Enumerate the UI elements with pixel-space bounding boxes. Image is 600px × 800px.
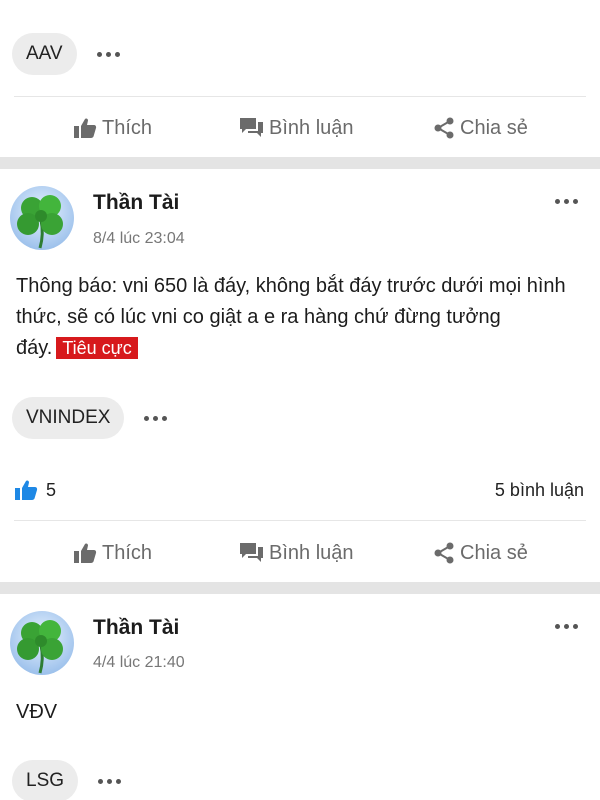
stock-tag-aav[interactable]: AAV xyxy=(12,33,77,75)
tag-more-icon[interactable] xyxy=(95,46,122,63)
divider xyxy=(14,96,586,97)
share-button[interactable]: Chia sẻ xyxy=(433,542,528,565)
thumbs-up-icon xyxy=(74,118,97,138)
thumbs-up-icon xyxy=(74,543,97,563)
stock-tag-vnindex[interactable]: VNINDEX xyxy=(12,397,125,439)
post-separator xyxy=(0,157,600,169)
like-label: Thích xyxy=(102,541,153,564)
top-post-actions: Thích Bình luận Chia sẻ xyxy=(0,108,600,148)
comment-label: Bình luận xyxy=(269,541,354,564)
comment-label: Bình luận xyxy=(269,116,354,139)
author-name[interactable]: Thần Tài xyxy=(93,616,179,640)
like-count[interactable]: 5 xyxy=(14,479,56,501)
share-label: Chia sẻ xyxy=(460,541,528,564)
stock-tag-lsg[interactable]: LSG xyxy=(12,760,79,800)
like-count-value: 5 xyxy=(46,479,57,500)
post-separator xyxy=(0,582,600,594)
post-options-icon[interactable] xyxy=(553,193,580,210)
share-label: Chia sẻ xyxy=(460,116,528,139)
post1-actions: Thích Bình luận Chia sẻ xyxy=(0,533,600,573)
thumbs-up-filled-icon xyxy=(15,480,38,500)
comment-icon xyxy=(240,118,263,137)
comment-count[interactable]: 5 bình luận xyxy=(495,480,584,501)
post-content: VĐV xyxy=(16,697,586,728)
comment-icon xyxy=(240,543,263,562)
share-button[interactable]: Chia sẻ xyxy=(433,117,528,140)
like-button[interactable]: Thích xyxy=(73,542,152,565)
share-icon xyxy=(434,542,454,564)
avatar[interactable] xyxy=(10,611,74,675)
post-text: VĐV xyxy=(16,701,58,723)
post-stats: 5 5 bình luận xyxy=(14,479,584,501)
clover-avatar-icon xyxy=(10,611,74,675)
avatar[interactable] xyxy=(10,186,74,250)
post-options-icon[interactable] xyxy=(553,618,580,635)
post-time: 8/4 lúc 23:04 xyxy=(93,230,185,247)
sentiment-badge: Tiêu cực xyxy=(56,337,138,359)
share-icon xyxy=(434,117,454,139)
post-content: Thông báo: vni 650 là đáy, không bắt đáy… xyxy=(16,271,586,364)
like-label: Thích xyxy=(102,116,153,139)
tag-more-icon[interactable] xyxy=(96,773,123,790)
like-button[interactable]: Thích xyxy=(73,117,152,140)
author-name[interactable]: Thần Tài xyxy=(93,191,179,215)
post1-tag-row: VNINDEX xyxy=(12,397,169,439)
post2-tag-row: LSG xyxy=(12,760,123,800)
top-post-tag-row: AAV xyxy=(12,33,122,75)
comment-button[interactable]: Bình luận xyxy=(239,542,354,565)
post-time: 4/4 lúc 21:40 xyxy=(93,654,185,671)
comment-button[interactable]: Bình luận xyxy=(239,117,354,140)
clover-avatar-icon xyxy=(10,186,74,250)
tag-more-icon[interactable] xyxy=(142,410,169,427)
divider xyxy=(14,520,586,521)
